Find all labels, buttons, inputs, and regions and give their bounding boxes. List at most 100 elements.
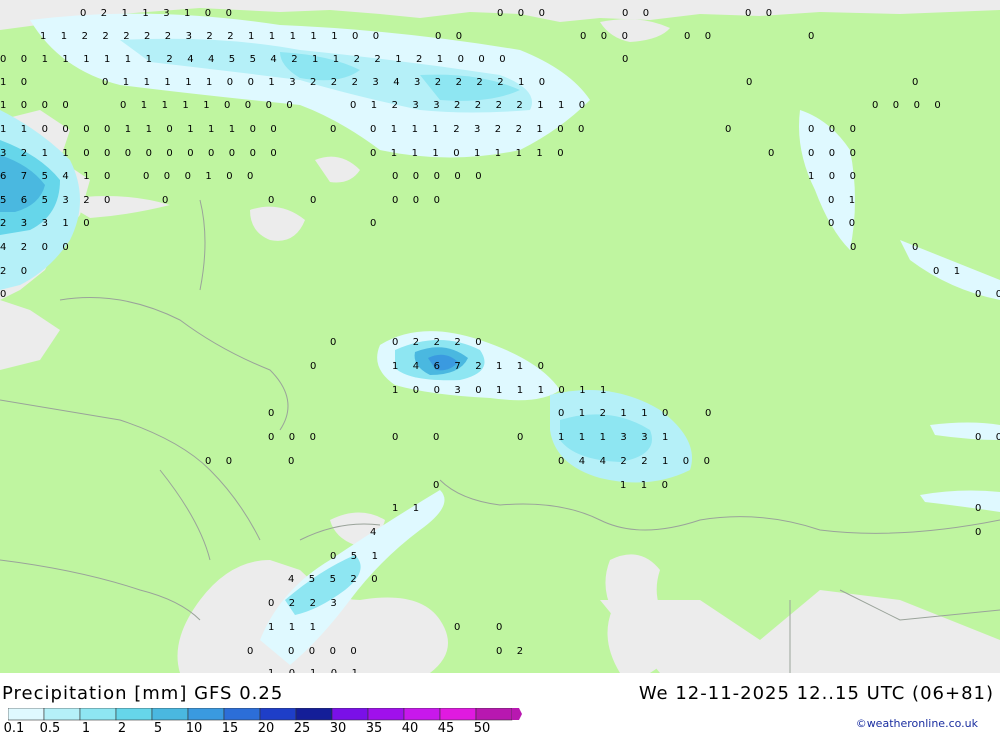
precip-value: 0: [435, 31, 441, 42]
precip-value: 0: [912, 77, 918, 88]
legend-swatch: [79, 707, 117, 721]
precip-value: 0: [187, 148, 193, 159]
precip-value: 2: [350, 574, 356, 585]
precip-value: 0: [288, 646, 294, 657]
precip-value: 7: [21, 171, 27, 182]
precip-value: 4: [600, 456, 606, 467]
footer-bar: Precipitation [mm] GFS 0.25 We 12-11-202…: [0, 673, 1000, 736]
precip-value: 1: [437, 54, 443, 65]
precip-value: 3: [433, 100, 439, 111]
precip-value: 3: [289, 77, 295, 88]
precip-value: 0: [350, 100, 356, 111]
precip-value: 1: [600, 432, 606, 443]
precip-value: 0: [849, 218, 855, 229]
precip-value: 1: [392, 503, 398, 514]
precip-value: 0: [975, 527, 981, 538]
precip-value: 0: [704, 456, 710, 467]
precip-value: 0: [350, 646, 356, 657]
precip-value: 1: [162, 100, 168, 111]
precip-value: 0: [456, 31, 462, 42]
precip-value: 2: [454, 337, 460, 348]
precip-value: 0: [226, 8, 232, 19]
precip-value: 1: [61, 31, 67, 42]
precip-value: 0: [850, 242, 856, 253]
precip-value: 1: [229, 124, 235, 135]
precip-value: 3: [62, 195, 68, 206]
precip-value: 2: [392, 100, 398, 111]
precip-value: 0: [164, 171, 170, 182]
precip-value: 1: [600, 385, 606, 396]
precip-value: 2: [516, 124, 522, 135]
credit-link[interactable]: ©weatheronline.co.uk: [856, 717, 978, 730]
precip-value: 0: [538, 361, 544, 372]
precip-value: 0: [662, 480, 668, 491]
precip-value: 1: [104, 54, 110, 65]
precip-value: 0: [226, 456, 232, 467]
precip-value: 1: [331, 31, 337, 42]
precip-value: 2: [227, 31, 233, 42]
precip-value: 0: [828, 195, 834, 206]
legend-swatch: [475, 707, 513, 721]
legend-label: 45: [437, 721, 455, 736]
precip-value: 0: [62, 242, 68, 253]
precip-value: 1: [208, 124, 214, 135]
legend-label: 10: [185, 721, 203, 736]
precip-value: 0: [808, 124, 814, 135]
precip-value: 0: [42, 124, 48, 135]
precip-value: 1: [395, 54, 401, 65]
legend-swatch: [295, 707, 333, 721]
precip-value: 0: [309, 646, 315, 657]
precip-value: 0: [146, 148, 152, 159]
precip-value: 1: [558, 100, 564, 111]
precip-value: 0: [497, 8, 503, 19]
precip-value: 3: [412, 100, 418, 111]
precip-value: 0: [496, 646, 502, 657]
precip-value: 0: [83, 218, 89, 229]
precip-value: 0: [289, 432, 295, 443]
precip-value: 0: [286, 100, 292, 111]
precipitation-map[interactable]: 0 2 1 1 3 1 0 0 0 0 0 0 0 0 0 1 1 2 2 2 2 2 3 2 2 1 1 1 1 1 0 0 0 0 0 0 0 0 0 0…: [0, 0, 1000, 673]
precip-value: 0: [370, 124, 376, 135]
precip-value: 2: [600, 408, 606, 419]
precip-value: 0: [162, 195, 168, 206]
precip-value: 0: [185, 171, 191, 182]
precip-value: 1: [141, 100, 147, 111]
precip-value: 0: [539, 8, 545, 19]
precip-value: 0: [454, 171, 460, 182]
precip-value: 0: [83, 148, 89, 159]
legend-label: 2: [117, 721, 127, 736]
precip-value: 2: [475, 100, 481, 111]
precip-value: 1: [310, 622, 316, 633]
precip-value: 1: [203, 100, 209, 111]
precip-value: 0: [872, 100, 878, 111]
precip-value: 1: [0, 124, 6, 135]
precip-value: 1: [558, 432, 564, 443]
legend-swatch: [223, 707, 261, 721]
precip-value: 0: [226, 171, 232, 182]
legend-swatch: [439, 707, 477, 721]
precip-value: 1: [290, 31, 296, 42]
precip-value: 0: [143, 171, 149, 182]
precip-value: 0: [478, 54, 484, 65]
precip-value: 1: [146, 54, 152, 65]
precip-value: 1: [205, 171, 211, 182]
precip-value: 0: [270, 124, 276, 135]
precip-value: 0: [684, 31, 690, 42]
precip-value: 0: [330, 337, 336, 348]
precip-value: 0: [120, 100, 126, 111]
precip-value: 0: [746, 77, 752, 88]
precip-value: 3: [330, 598, 336, 609]
legend-swatch: [115, 707, 153, 721]
precip-value: 2: [0, 266, 6, 277]
precip-value: 0: [392, 432, 398, 443]
precip-value: 0: [578, 124, 584, 135]
legend-swatch: [259, 707, 297, 721]
precip-value: 1: [641, 408, 647, 419]
precip-value: 0: [62, 124, 68, 135]
precip-value: 1: [184, 8, 190, 19]
precip-value: 0: [496, 622, 502, 633]
precip-value: 1: [123, 77, 129, 88]
precip-value: 2: [476, 77, 482, 88]
precip-value: 0: [453, 148, 459, 159]
precip-value: 2: [641, 456, 647, 467]
